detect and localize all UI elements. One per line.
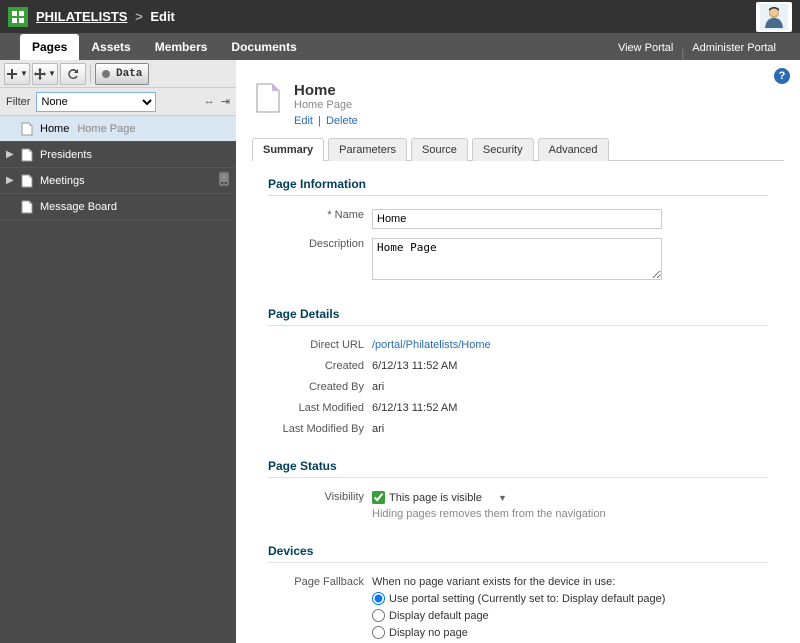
createdby-label: Created By [268, 378, 372, 393]
url-label: Direct URL [268, 336, 372, 351]
section-devices: Devices Page Fallback When no page varia… [252, 544, 784, 643]
tab-documents[interactable]: Documents [219, 34, 308, 60]
created-value: 6/12/13 11:52 AM [372, 357, 768, 372]
expand-h-icon[interactable]: ↔ [204, 95, 215, 108]
subtabs: Summary Parameters Source Security Advan… [252, 137, 784, 161]
app-header: PHILATELISTS > Edit [0, 0, 800, 33]
data-dot-icon [102, 70, 110, 78]
direct-url-link[interactable]: /portal/Philatelists/Home [372, 339, 491, 351]
expand-arrow-icon[interactable]: ▶ [6, 149, 16, 160]
fallback-option-0: Use portal setting (Currently set to: Di… [389, 593, 665, 605]
fallback-option-2: Display no page [389, 627, 468, 639]
modified-value: 6/12/13 11:52 AM [372, 399, 768, 414]
name-label: Name [335, 209, 364, 221]
fallback-label: Page Fallback [268, 573, 372, 588]
visibility-hint: Hiding pages removes them from the navig… [372, 508, 768, 520]
tree-item-messageboard[interactable]: Message Board [0, 194, 236, 220]
filter-bar: Filter None ↔ ⇥ [0, 88, 236, 116]
main-nav: Pages Assets Members Documents View Port… [0, 33, 800, 60]
content-area: ? Home Home Page Edit | Delete Summary P… [236, 60, 800, 643]
add-button[interactable]: ▼ [4, 63, 30, 85]
visibility-text: This page is visible [389, 492, 482, 504]
fallback-radio-default[interactable] [372, 609, 385, 622]
section-page-status: Page Status Visibility This page is visi… [252, 459, 784, 520]
created-label: Created [268, 357, 372, 372]
section-page-information: Page Information * Name Description Home… [252, 177, 784, 283]
visibility-label: Visibility [268, 488, 372, 503]
section-heading: Page Status [268, 459, 768, 478]
data-label: Data [116, 68, 142, 80]
name-input[interactable] [372, 209, 662, 229]
subtab-parameters[interactable]: Parameters [328, 138, 407, 161]
delete-link[interactable]: Delete [326, 115, 358, 127]
breadcrumb-portal[interactable]: PHILATELISTS [36, 9, 127, 24]
filter-label: Filter [6, 96, 30, 108]
subtab-summary[interactable]: Summary [252, 138, 324, 161]
data-button[interactable]: Data [95, 63, 149, 85]
subtab-advanced[interactable]: Advanced [538, 138, 609, 161]
refresh-button[interactable] [60, 63, 86, 85]
section-page-details: Page Details Direct URL /portal/Philatel… [252, 307, 784, 435]
filter-select[interactable]: None [36, 92, 156, 112]
breadcrumb-sep: > [135, 9, 143, 24]
section-heading: Page Details [268, 307, 768, 326]
collapse-icon[interactable]: ⇥ [221, 95, 230, 108]
tree-label: Presidents [40, 149, 92, 161]
fallback-radio-none[interactable] [372, 626, 385, 639]
modifiedby-value: ari [372, 420, 768, 435]
visibility-dropdown-icon[interactable]: ▼ [498, 493, 507, 503]
sidebar-toolbar: ▼ ▼ Data [0, 60, 236, 88]
breadcrumb-current: Edit [150, 9, 175, 24]
tree-label: Meetings [40, 175, 85, 187]
view-portal-link[interactable]: View Portal [610, 36, 681, 60]
sidebar: ▼ ▼ Data Filter None ↔ ⇥ [0, 60, 236, 643]
tab-pages[interactable]: Pages [20, 34, 79, 60]
description-textarea[interactable]: Home Page [372, 238, 662, 280]
fallback-option-1: Display default page [389, 610, 489, 622]
help-icon[interactable]: ? [774, 68, 790, 84]
tree-label: Message Board [40, 201, 117, 213]
avatar[interactable] [756, 2, 792, 32]
edit-link[interactable]: Edit [294, 115, 313, 127]
breadcrumb: PHILATELISTS > Edit [36, 9, 175, 24]
admin-portal-link[interactable]: Administer Portal [684, 36, 784, 60]
createdby-value: ari [372, 378, 768, 393]
tab-assets[interactable]: Assets [79, 34, 142, 60]
fallback-radio-portal[interactable] [372, 592, 385, 605]
subtab-security[interactable]: Security [472, 138, 534, 161]
tree-sublabel: Home Page [77, 123, 135, 135]
fallback-intro: When no page variant exists for the devi… [372, 576, 768, 588]
section-heading: Page Information [268, 177, 768, 196]
modifiedby-label: Last Modified By [268, 420, 372, 435]
app-logo-icon [8, 7, 28, 27]
page-title: Home [294, 82, 358, 99]
modified-label: Last Modified [268, 399, 372, 414]
tree-item-home[interactable]: Home Home Page [0, 116, 236, 142]
tree-label: Home [40, 123, 69, 135]
tab-members[interactable]: Members [143, 34, 220, 60]
page-header: Home Home Page Edit | Delete [252, 82, 784, 127]
subtab-source[interactable]: Source [411, 138, 468, 161]
tree-item-meetings[interactable]: ▶ Meetings [0, 168, 236, 194]
expand-arrow-icon[interactable]: ▶ [6, 175, 16, 186]
section-heading: Devices [268, 544, 768, 563]
desc-label: Description [268, 235, 372, 250]
page-subtitle: Home Page [294, 99, 358, 111]
page-tree: Home Home Page ▶ Presidents ▶ Meetings M… [0, 116, 236, 643]
move-button[interactable]: ▼ [32, 63, 58, 85]
device-icon [218, 172, 230, 189]
tree-item-presidents[interactable]: ▶ Presidents [0, 142, 236, 168]
visibility-checkbox[interactable] [372, 491, 385, 504]
